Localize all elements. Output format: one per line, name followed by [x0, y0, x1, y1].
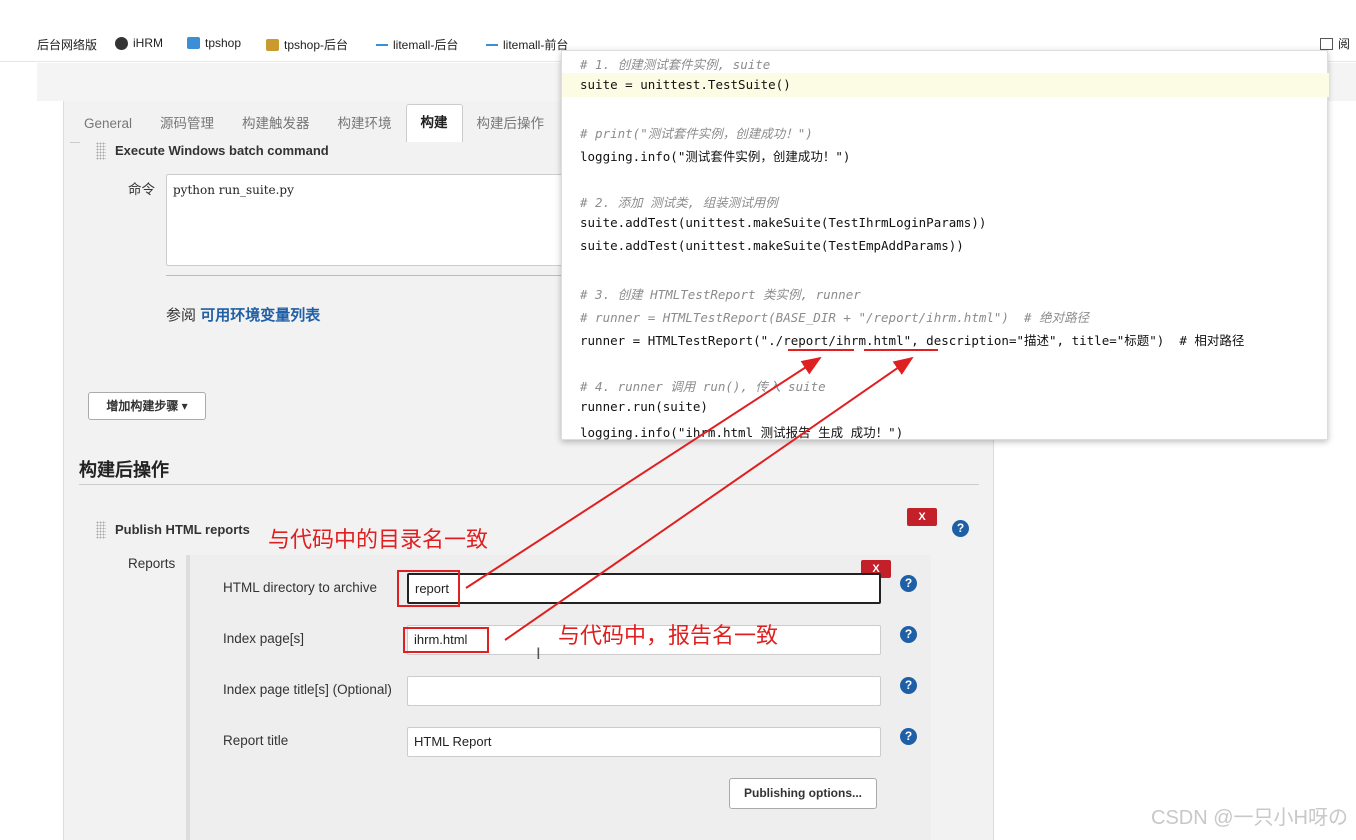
dir-arrow: [465, 356, 822, 589]
watermark: CSDN @一只小H呀の: [1151, 807, 1348, 829]
report-arrow: [504, 356, 914, 641]
annotation-arrows: [465, 356, 914, 641]
